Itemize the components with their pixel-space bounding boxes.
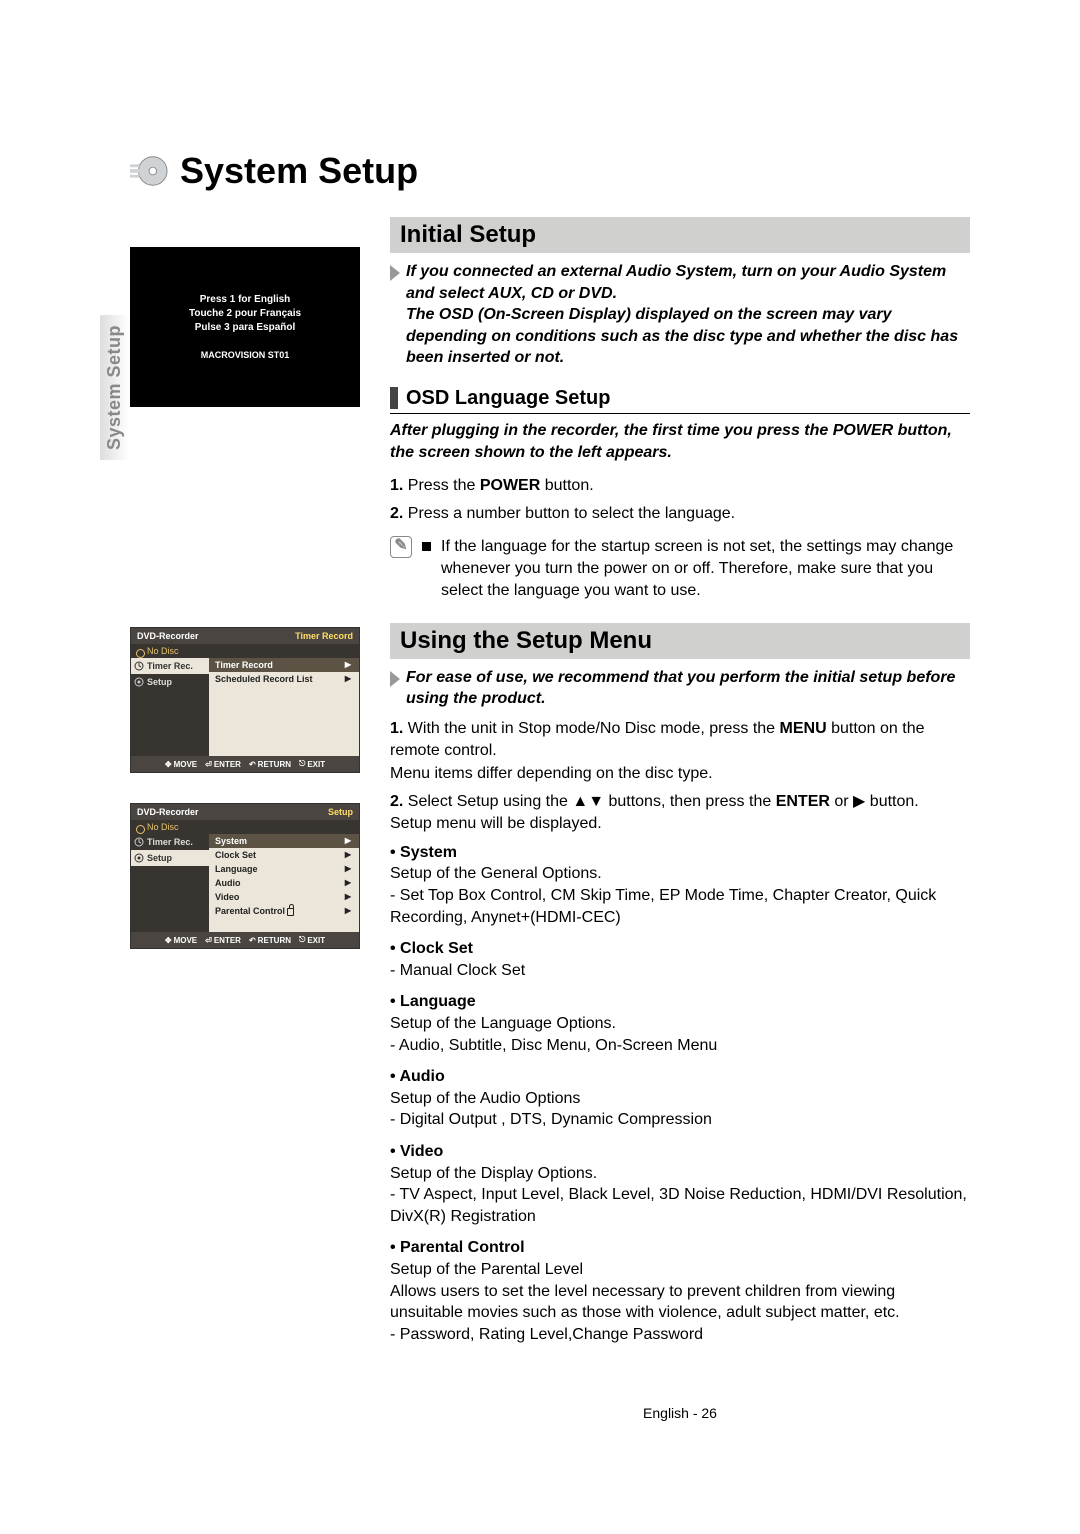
chevron-right-icon: ▶	[345, 892, 351, 902]
pointer-icon	[390, 671, 400, 687]
heading-bar-icon	[390, 387, 398, 409]
menu-section-label: Setup	[328, 807, 353, 817]
row-language: Language▶	[209, 862, 359, 876]
exit-icon: ⎋	[299, 759, 305, 769]
row-video: Video▶	[209, 890, 359, 904]
pointer-icon	[390, 265, 400, 281]
page: System Setup Press 1 for English Touche …	[0, 0, 1080, 1501]
setup-menu-screenshot: DVD-Recorder Setup No Disc Timer Rec. Set…	[130, 803, 360, 949]
row-system: System▶	[209, 834, 359, 848]
section-using-setup: Using the Setup Menu	[390, 623, 970, 659]
note-block: ✎ If the language for the startup screen…	[390, 536, 970, 603]
right-column: Initial Setup If you connected an extern…	[390, 217, 970, 1421]
initial-intro: If you connected an external Audio Syste…	[406, 261, 970, 369]
app-label: DVD-Recorder	[137, 807, 199, 817]
move-icon: ✥	[165, 936, 172, 945]
side-item-setup: Setup	[131, 850, 209, 866]
disc-icon	[130, 152, 168, 190]
chevron-right-icon: ▶	[345, 878, 351, 888]
note-icon: ✎	[390, 536, 412, 558]
osd-subheading: OSD Language Setup	[390, 387, 970, 414]
row-audio: Audio▶	[209, 876, 359, 890]
page-title: System Setup	[180, 150, 418, 192]
enter-icon: ⏎	[205, 936, 212, 945]
note-text: If the language for the startup screen i…	[441, 536, 970, 603]
return-icon: ↶	[249, 760, 256, 769]
app-label: DVD-Recorder	[137, 631, 199, 641]
chevron-right-icon: ▶	[345, 660, 351, 670]
chevron-right-icon: ▶	[345, 674, 351, 684]
osd-heading-text: OSD Language Setup	[406, 387, 610, 410]
language-select-screenshot: Press 1 for English Touche 2 pour França…	[130, 247, 360, 407]
nodisc-label: No Disc	[131, 644, 359, 658]
step-2: 2. Press a number button to select the l…	[390, 503, 970, 525]
opt-system: • SystemSetup of the General Options.- S…	[390, 842, 970, 928]
nodisc-label: No Disc	[131, 820, 359, 834]
opt-clock-set: • Clock Set- Manual Clock Set	[390, 938, 970, 981]
bullet-square-icon	[422, 542, 431, 551]
chevron-right-icon: ▶	[345, 850, 351, 860]
step-1: 1. Press the POWER button.	[390, 475, 970, 497]
using-step-2: 2. Select Setup using the ▲▼ buttons, th…	[390, 791, 970, 836]
lang-english: Press 1 for English	[200, 294, 291, 305]
left-column: Press 1 for English Touche 2 pour França…	[130, 217, 360, 1421]
section-initial-setup: Initial Setup	[390, 217, 970, 253]
side-item-setup: Setup	[131, 674, 209, 690]
row-timer-record: Timer Record▶	[209, 658, 359, 672]
macrovision-label: MACROVISION ST01	[201, 350, 290, 360]
row-parental: Parental Control▶	[209, 904, 359, 918]
osd-intro: After plugging in the recorder, the firs…	[390, 420, 970, 465]
menu-footer: ✥MOVE ⏎ENTER ↶RETURN ⎋EXIT	[131, 756, 359, 772]
opt-video: • VideoSetup of the Display Options.- TV…	[390, 1141, 970, 1227]
chevron-right-icon: ▶	[345, 864, 351, 874]
timer-record-menu-screenshot: DVD-Recorder Timer Record No Disc Timer R…	[130, 627, 360, 773]
move-icon: ✥	[165, 760, 172, 769]
row-scheduled-list: Scheduled Record List▶	[209, 672, 359, 686]
menu-footer: ✥MOVE ⏎ENTER ↶RETURN ⎋EXIT	[131, 932, 359, 948]
using-intro: For ease of use, we recommend that you p…	[406, 667, 970, 710]
side-tab: System Setup	[100, 315, 129, 460]
return-icon: ↶	[249, 936, 256, 945]
menu-section-label: Timer Record	[295, 631, 353, 641]
enter-icon: ⏎	[205, 760, 212, 769]
opt-parental: • Parental ControlSetup of the Parental …	[390, 1237, 970, 1345]
title-row: System Setup	[130, 150, 970, 192]
side-item-timer-rec: Timer Rec.	[131, 834, 209, 850]
lang-french: Touche 2 pour Français	[189, 308, 301, 319]
chevron-right-icon: ▶	[345, 906, 351, 916]
lang-spanish: Pulse 3 para Español	[195, 322, 296, 333]
chevron-right-icon: ▶	[345, 836, 351, 846]
options-list: • SystemSetup of the General Options.- S…	[390, 842, 970, 1345]
using-step-1: 1. With the unit in Stop mode/No Disc mo…	[390, 718, 970, 785]
row-clock-set: Clock Set▶	[209, 848, 359, 862]
opt-audio: • AudioSetup of the Audio Options- Digit…	[390, 1066, 970, 1131]
side-item-timer-rec: Timer Rec.	[131, 658, 209, 674]
opt-language: • LanguageSetup of the Language Options.…	[390, 991, 970, 1056]
exit-icon: ⎋	[299, 935, 305, 945]
page-footer: English - 26	[390, 1405, 970, 1421]
lock-icon	[287, 908, 294, 916]
